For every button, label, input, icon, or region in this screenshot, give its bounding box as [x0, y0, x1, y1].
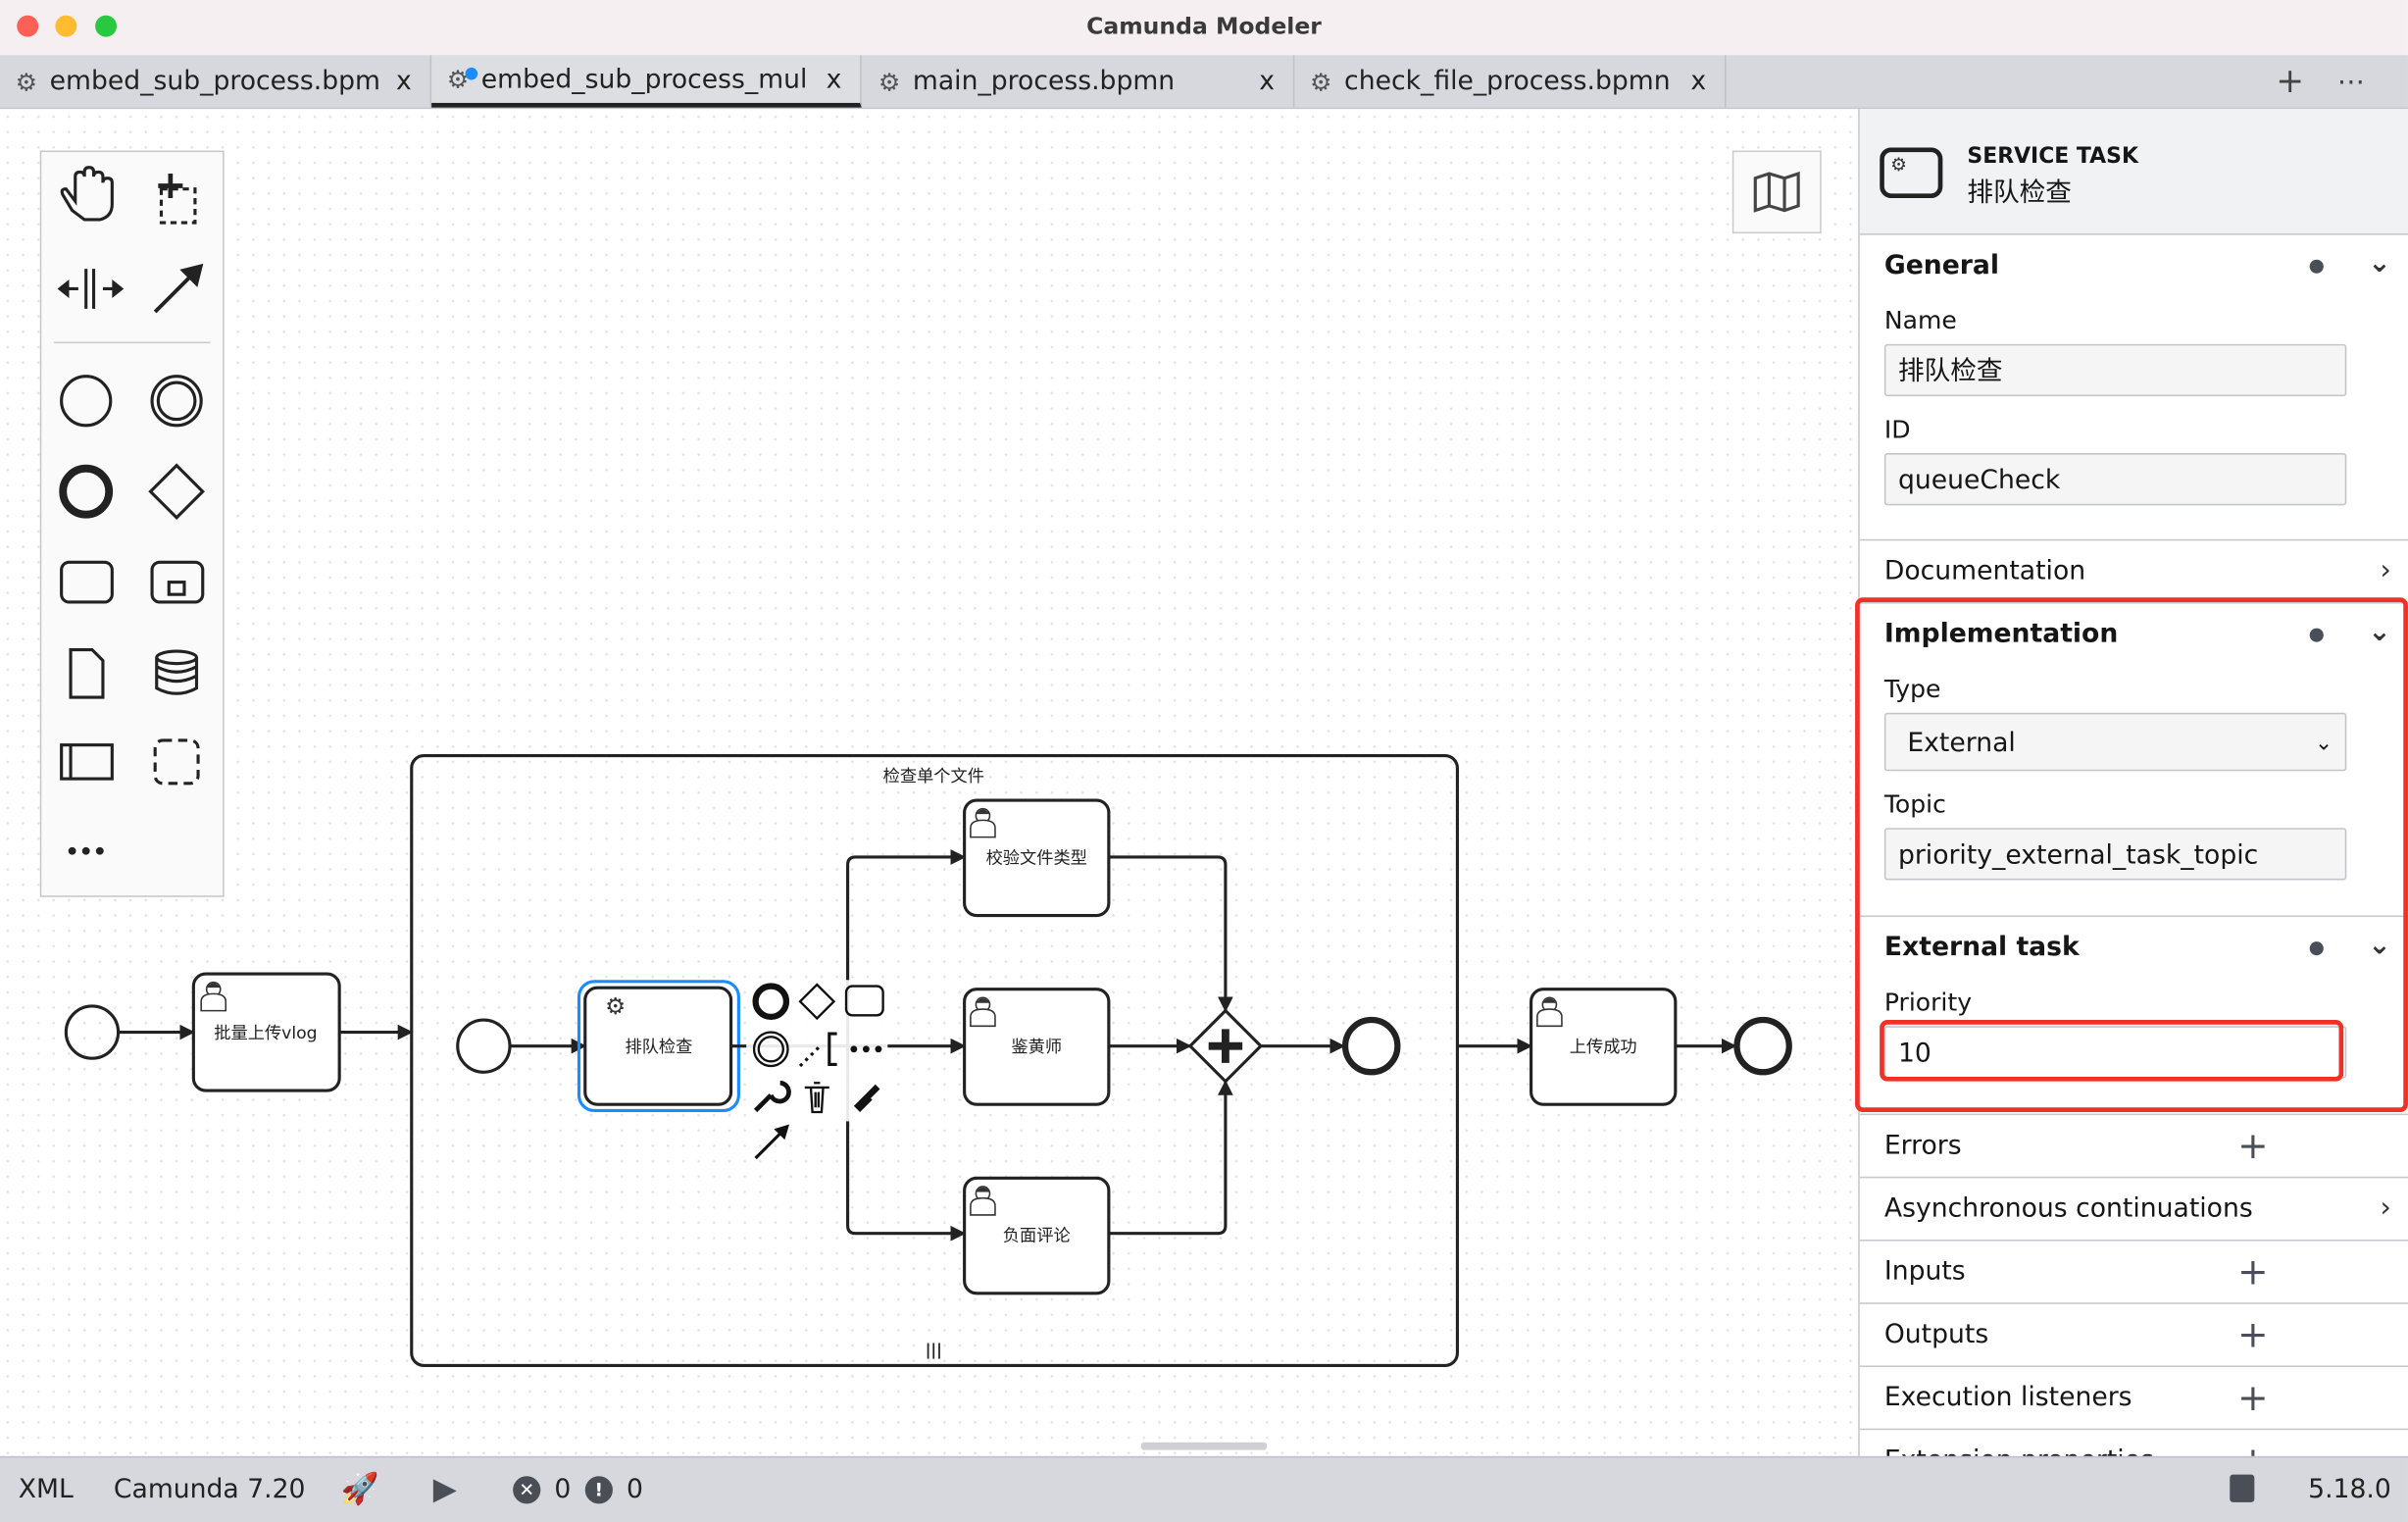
group-title: Inputs [1883, 1256, 1966, 1288]
group-errors[interactable]: Errors + [1859, 1115, 2408, 1179]
diagram-canvas[interactable]: ⚙ 批量上传vlog 排队检查 校验文件类型 鉴黄师 负面评论 上传成功 检查单… [0, 109, 1859, 1456]
group-documentation[interactable]: Documentation › [1859, 540, 2408, 604]
add-icon[interactable]: + [2237, 1250, 2268, 1294]
name-label: Name [1883, 305, 1957, 335]
multi-instance-marker: ||| [926, 1340, 942, 1359]
sub-start-event[interactable] [456, 1018, 512, 1074]
status-bar: XML Camunda 7.20 🚀 ▶ ✕ 0 ! 0 5.18.0 [0, 1455, 2408, 1522]
id-field[interactable]: queueCheck [1883, 453, 2347, 506]
add-icon[interactable]: + [2237, 1313, 2268, 1356]
engine-version-selector[interactable]: Camunda 7.20 [114, 1475, 306, 1505]
group-title: Extension properties [1884, 1446, 2154, 1456]
has-values-dot [2309, 259, 2324, 274]
group-title: Errors [1883, 1130, 1962, 1162]
add-icon[interactable]: + [2237, 1376, 2268, 1419]
error-icon[interactable]: ✕ [513, 1476, 541, 1504]
group-execution-listeners[interactable]: Execution listeners + [1859, 1367, 2408, 1431]
element-name: 排队检查 [1967, 178, 2072, 210]
connect-arrow-icon[interactable] [754, 1129, 784, 1160]
task-label: 鉴黄师 [1011, 1038, 1062, 1057]
add-icon[interactable]: + [2237, 1440, 2268, 1456]
panel-resize-handle[interactable] [1140, 1442, 1268, 1450]
group-title: Outputs [1883, 1319, 1989, 1350]
sub-end-event[interactable] [1341, 1016, 1401, 1076]
properties-header: ⚙ SERVICE TASK 排队检查 [1859, 109, 2408, 235]
error-count: 0 [554, 1474, 572, 1505]
warning-icon[interactable]: ! [584, 1476, 613, 1504]
deploy-rocket-icon[interactable]: 🚀 [341, 1470, 379, 1507]
end-event[interactable] [1733, 1016, 1792, 1076]
group-outputs[interactable]: Outputs + [1859, 1304, 2408, 1368]
svg-text:⚙: ⚙ [1890, 155, 1907, 176]
group-title: Execution listeners [1883, 1382, 2132, 1413]
xml-toggle[interactable]: XML [19, 1475, 74, 1505]
service-task-gear-icon: ⚙ [605, 992, 626, 1020]
task-label: 排队检查 [625, 1038, 692, 1057]
sequence-flow[interactable] [1108, 1080, 1233, 1236]
group-async-continuations[interactable]: Asynchronous continuations › [1859, 1178, 2408, 1242]
new-tab-button[interactable]: + [2276, 55, 2304, 107]
chevron-right-icon[interactable]: › [2380, 554, 2390, 586]
task-label: 负面评论 [1003, 1227, 1071, 1246]
group-general: General ⌄ Name 排队检查 ID queueCheck [1859, 235, 2408, 541]
more-options-icon[interactable] [850, 1045, 882, 1053]
id-label: ID [1883, 414, 1911, 444]
context-pad [746, 980, 888, 1160]
feedback-icon[interactable] [2230, 1474, 2255, 1502]
bpmn-diagram: ⚙ 批量上传vlog 排队检查 校验文件类型 鉴黄师 负面评论 上传成功 检查单… [64, 754, 1792, 1450]
sequence-flow[interactable] [1108, 855, 1233, 1013]
task-label: 校验文件类型 [986, 848, 1087, 868]
task-label: 上传成功 [1570, 1038, 1637, 1057]
task-label: 批量上传vlog [214, 1024, 317, 1043]
chevron-down-icon[interactable]: ⌄ [2368, 247, 2391, 279]
run-play-icon[interactable]: ▶ [433, 1470, 457, 1507]
group-title: Documentation [1883, 556, 2086, 587]
element-type: SERVICE TASK [1967, 144, 2138, 170]
add-icon[interactable]: + [2237, 1125, 2268, 1168]
subprocess[interactable] [410, 754, 1459, 1368]
name-field[interactable]: 排队检查 [1883, 343, 2347, 397]
service-task-icon: ⚙ [1880, 147, 1943, 199]
group-extension-properties[interactable]: Extension properties + [1860, 1430, 2408, 1456]
warning-count: 0 [627, 1474, 644, 1505]
subprocess-label: 检查单个文件 [883, 767, 984, 786]
camunda-modeler-window: Camunda Modeler ⚙ embed_sub_process.bpm … [0, 0, 2408, 1522]
group-general-header[interactable]: General ⌄ [1860, 235, 2408, 297]
group-title: Asynchronous continuations [1883, 1193, 2253, 1225]
group-inputs[interactable]: Inputs + [1859, 1242, 2408, 1304]
more-tabs-button[interactable]: ⋯ [2337, 55, 2365, 107]
group-title: General [1883, 250, 2000, 281]
app-version[interactable]: 5.18.0 [2308, 1475, 2391, 1505]
highlight-box-priority [1880, 1020, 2344, 1082]
chevron-right-icon[interactable]: › [2380, 1192, 2390, 1224]
start-event[interactable] [64, 1004, 121, 1060]
